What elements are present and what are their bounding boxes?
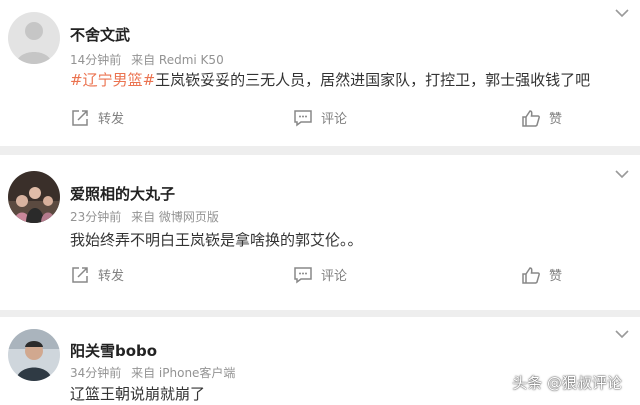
comment-icon [294,266,312,283]
comment-card: 不舍文武 14分钟前 来自 Redmi K50 #辽宁男篮#王岚嵚妥妥的三无人员… [0,0,640,146]
repost-button[interactable]: 转发 [70,108,124,127]
thumbs-up-icon [522,266,540,284]
comment-label: 评论 [321,269,348,284]
photo-avatar-icon [8,329,60,381]
post-meta: 14分钟前 来自 Redmi K50 [70,51,230,68]
avatar[interactable] [8,171,60,223]
repost-icon [72,109,88,126]
chevron-down-icon[interactable] [614,169,630,179]
comment-button[interactable]: 评论 [293,108,347,127]
like-label: 赞 [549,112,563,127]
repost-label: 转发 [98,269,125,284]
hashtag-link[interactable]: #辽宁男篮# [70,71,155,89]
post-source: 来自 微博网页版 [131,210,219,224]
comment-text: 辽篮王朝说崩就崩了 [70,385,206,403]
comment-body: 王岚嵚妥妥的三无人员，居然进国家队，打控卫，郭士强收钱了吧 [155,71,591,89]
default-avatar-icon [8,12,60,64]
repost-label: 转发 [98,112,125,127]
like-label: 赞 [549,269,563,284]
username[interactable]: 爱照相的大丸子 [70,183,175,204]
post-meta: 23分钟前 来自 微博网页版 [70,208,225,225]
post-time: 23分钟前 [70,210,122,224]
avatar[interactable] [8,329,60,381]
post-source: 来自 Redmi K50 [131,53,224,67]
chevron-down-icon[interactable] [614,8,630,18]
comment-text: #辽宁男篮#王岚嵚妥妥的三无人员，居然进国家队，打控卫，郭士强收钱了吧 [70,69,590,90]
comment-icon [294,109,312,126]
username[interactable]: 不舍文武 [70,24,130,45]
repost-button[interactable]: 转发 [70,265,124,284]
post-source: 来自 iPhone客户端 [131,366,236,380]
username[interactable]: 阳关雪bobo [70,340,157,361]
comment-label: 评论 [321,112,348,127]
post-meta: 34分钟前 来自 iPhone客户端 [70,364,241,381]
photo-avatar-icon [8,171,60,223]
comment-text: 我始终弄不明白王岚嵚是拿啥换的郭艾伦。。 [70,231,363,249]
chevron-down-icon[interactable] [614,329,630,339]
thumbs-up-icon [522,109,540,127]
post-time: 34分钟前 [70,366,122,380]
repost-icon [72,266,88,283]
like-button[interactable]: 赞 [521,265,562,284]
watermark: 头条 @狠叔评论 [512,374,622,392]
comment-card: 爱照相的大丸子 23分钟前 来自 微博网页版 我始终弄不明白王岚嵚是拿啥换的郭艾… [0,155,640,310]
like-button[interactable]: 赞 [521,108,562,127]
post-time: 14分钟前 [70,53,122,67]
comment-button[interactable]: 评论 [293,265,347,284]
avatar[interactable] [8,12,60,64]
